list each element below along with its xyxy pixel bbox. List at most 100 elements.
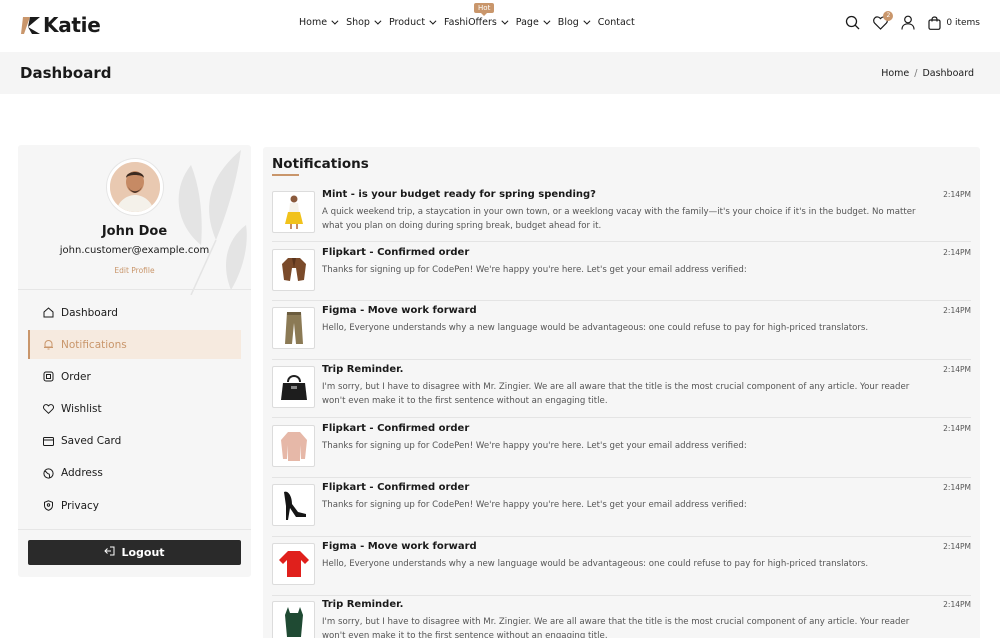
notification-time: 2:14PM xyxy=(943,483,971,492)
notification-body: I'm sorry, but I have to disagree with M… xyxy=(322,382,910,406)
notification-item[interactable]: Trip Reminder. I'm sorry, but I have to … xyxy=(272,361,971,418)
user-email: john.customer@example.com xyxy=(59,245,210,256)
sidebar-item-dashboard[interactable]: Dashboard xyxy=(28,298,241,327)
card-icon xyxy=(42,435,54,447)
chevron-down-icon xyxy=(543,17,551,25)
notification-item[interactable]: Mint - is your budget ready for spring s… xyxy=(272,186,971,242)
shield-icon xyxy=(42,500,54,512)
notification-title: Mint - is your budget ready for spring s… xyxy=(322,189,596,200)
nav-fashioffers[interactable]: Hot FashiOffers xyxy=(444,3,509,28)
page-title: Dashboard xyxy=(20,64,112,82)
account-sidebar: John Doe john.customer@example.com Edit … xyxy=(18,145,251,577)
sidebar-item-wishlist[interactable]: Wishlist xyxy=(28,395,241,424)
nav-label: Blog xyxy=(557,17,579,28)
logo-text: Katie xyxy=(43,13,101,37)
home-icon xyxy=(42,307,54,319)
sidebar-item-address[interactable]: Address xyxy=(28,459,241,488)
nav-product[interactable]: Product xyxy=(388,17,437,28)
notification-item[interactable]: Flipkart - Confirmed order Thanks for si… xyxy=(272,244,971,301)
heading-underline xyxy=(272,174,299,176)
nav-label: Shop xyxy=(346,17,370,28)
nav-label: Page xyxy=(515,17,539,28)
sidebar-item-label: Saved Card xyxy=(61,435,122,448)
wishlist-count-badge: 2 xyxy=(883,10,894,21)
product-thumbnail xyxy=(272,366,315,408)
product-thumbnail xyxy=(272,249,315,291)
sidebar-item-label: Dashboard xyxy=(61,306,118,319)
wishlist-button[interactable]: 2 xyxy=(873,10,894,30)
cart-button[interactable]: 0 items xyxy=(928,15,980,30)
nav-shop[interactable]: Shop xyxy=(346,17,382,28)
product-thumbnail xyxy=(272,601,315,638)
sidebar-item-saved-card[interactable]: Saved Card xyxy=(28,427,241,456)
breadcrumb-home[interactable]: Home xyxy=(881,68,909,79)
sidebar-item-label: Privacy xyxy=(61,499,100,512)
notification-item[interactable]: Trip Reminder. I'm sorry, but I have to … xyxy=(272,596,971,638)
nav-contact[interactable]: Contact xyxy=(598,17,635,28)
nav-label: Product xyxy=(388,17,426,28)
notification-time: 2:14PM xyxy=(943,365,971,374)
logo-mark-icon xyxy=(21,16,40,34)
nav-home[interactable]: Home xyxy=(299,17,339,28)
cart-count-text: 0 items xyxy=(946,17,980,28)
sidebar-item-privacy[interactable]: Privacy xyxy=(28,491,241,520)
nav-blog[interactable]: Blog xyxy=(557,17,591,28)
sidebar-item-notifications[interactable]: Notifications xyxy=(28,330,241,360)
notification-title: Figma - Move work forward xyxy=(322,305,477,316)
notification-body: I'm sorry, but I have to disagree with M… xyxy=(322,617,910,638)
edit-profile-link[interactable]: Edit Profile xyxy=(18,266,251,275)
sidebar-item-order[interactable]: Order xyxy=(28,362,241,391)
notification-time: 2:14PM xyxy=(943,600,971,609)
product-thumbnail xyxy=(272,191,315,233)
account-menu: Dashboard Notifications Order Wishlist S… xyxy=(28,298,241,523)
page-title-bar: Dashboard Home / Dashboard xyxy=(0,52,1000,94)
user-name: John Doe xyxy=(101,224,168,239)
notification-item[interactable]: Flipkart - Confirmed order Thanks for si… xyxy=(272,420,971,478)
notification-title: Trip Reminder. xyxy=(322,599,404,610)
notification-body: A quick weekend trip, a staycation in yo… xyxy=(322,207,916,231)
breadcrumb: Home / Dashboard xyxy=(881,68,974,79)
sidebar-item-label: Wishlist xyxy=(61,403,102,416)
nav-page[interactable]: Page xyxy=(515,17,551,28)
notification-body: Hello, Everyone understands why a new la… xyxy=(322,323,869,333)
heart-icon xyxy=(42,403,54,415)
main-nav: Home Shop Product Hot FashiOffers Page B… xyxy=(299,3,645,28)
notification-body: Hello, Everyone understands why a new la… xyxy=(322,559,869,569)
notification-item[interactable]: Flipkart - Confirmed order Thanks for si… xyxy=(272,479,971,537)
chevron-down-icon xyxy=(374,17,382,25)
site-header: Katie Home Shop Product Hot FashiOffers … xyxy=(0,0,1000,52)
chevron-down-icon xyxy=(429,17,437,25)
breadcrumb-separator: / xyxy=(914,68,918,79)
hot-badge: Hot xyxy=(474,3,495,16)
notification-item[interactable]: Figma - Move work forward Hello, Everyon… xyxy=(272,302,971,360)
chevron-down-icon xyxy=(501,17,509,25)
logout-button[interactable]: Logout xyxy=(28,540,241,565)
chevron-down-icon xyxy=(331,17,339,25)
notification-time: 2:14PM xyxy=(943,306,971,315)
notification-body: Thanks for signing up for CodePen! We're… xyxy=(322,265,747,275)
bag-icon xyxy=(928,15,941,30)
search-icon[interactable] xyxy=(845,15,860,30)
chevron-down-icon xyxy=(583,17,591,25)
notification-title: Flipkart - Confirmed order xyxy=(322,247,470,258)
notification-time: 2:14PM xyxy=(943,424,971,433)
notifications-heading: Notifications xyxy=(272,156,369,172)
sidebar-item-label: Address xyxy=(61,467,103,480)
sidebar-item-label: Notifications xyxy=(61,338,127,351)
divider xyxy=(18,289,251,290)
logo[interactable]: Katie xyxy=(20,13,101,37)
notification-body: Thanks for signing up for CodePen! We're… xyxy=(322,441,747,451)
notification-title: Figma - Move work forward xyxy=(322,541,477,552)
sidebar-item-label: Order xyxy=(61,370,91,383)
product-thumbnail xyxy=(272,307,315,349)
notification-item[interactable]: Figma - Move work forward Hello, Everyon… xyxy=(272,538,971,596)
product-thumbnail xyxy=(272,543,315,585)
avatar[interactable] xyxy=(107,159,163,215)
nav-label: Home xyxy=(299,17,328,28)
notification-title: Flipkart - Confirmed order xyxy=(322,482,470,493)
user-icon[interactable] xyxy=(901,15,915,30)
box-icon xyxy=(42,371,54,383)
breadcrumb-current: Dashboard xyxy=(922,68,974,79)
divider xyxy=(18,529,251,530)
notification-title: Flipkart - Confirmed order xyxy=(322,423,470,434)
